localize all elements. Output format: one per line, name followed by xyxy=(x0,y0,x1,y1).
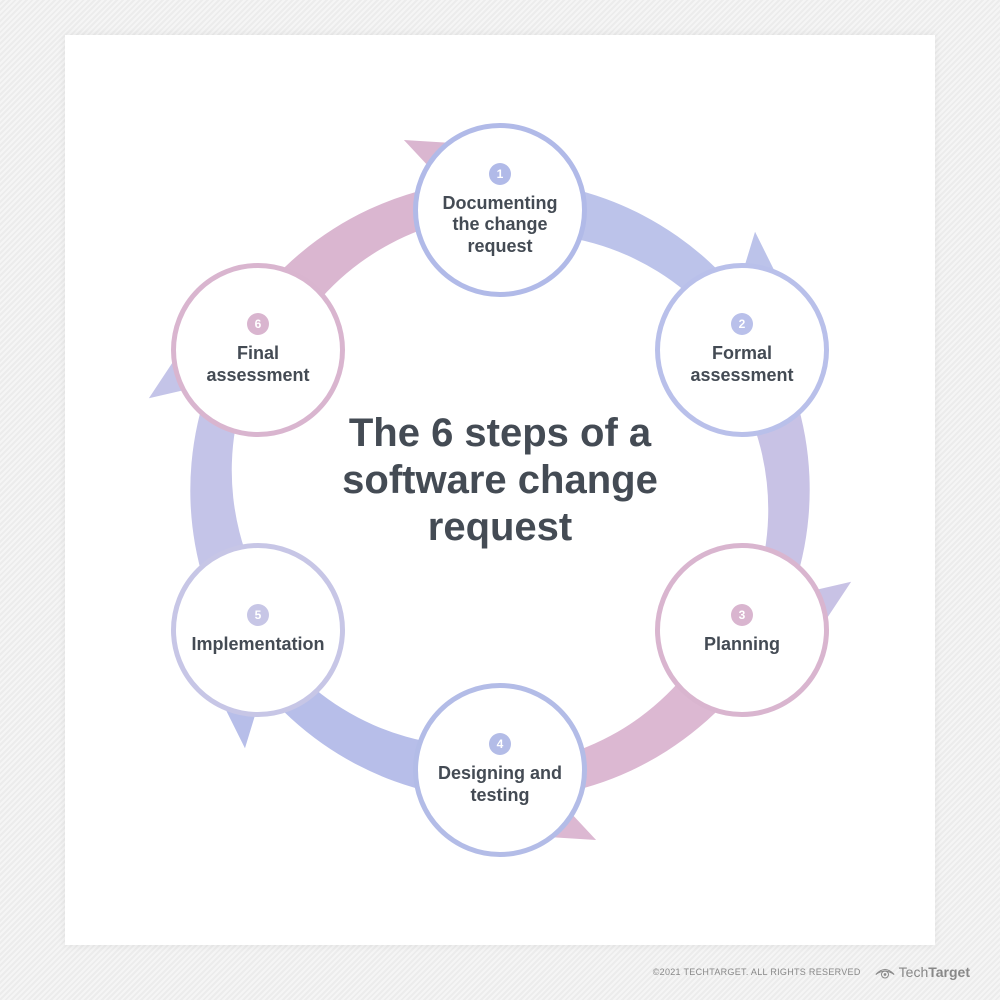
step-3-number: 3 xyxy=(731,604,753,626)
step-1: 1 Documenting the change request xyxy=(413,123,587,297)
cycle-diagram: The 6 steps of a software change request… xyxy=(65,35,935,945)
step-5-number: 5 xyxy=(247,604,269,626)
logo-text: TechTarget xyxy=(899,964,970,980)
diagram-card: The 6 steps of a software change request… xyxy=(65,35,935,945)
diagram-title: The 6 steps of a software change request xyxy=(330,410,670,552)
step-2: 2 Formal assessment xyxy=(655,263,829,437)
step-1-label: Documenting the change request xyxy=(430,193,570,258)
step-3: 3 Planning xyxy=(655,543,829,717)
step-6: 6 Final assessment xyxy=(171,263,345,437)
step-2-number: 2 xyxy=(731,313,753,335)
step-4: 4 Designing and testing xyxy=(413,683,587,857)
techtarget-logo: TechTarget xyxy=(875,964,970,980)
step-4-label: Designing and testing xyxy=(430,763,570,806)
step-6-number: 6 xyxy=(247,313,269,335)
step-5: 5 Implementation xyxy=(171,543,345,717)
step-5-label: Implementation xyxy=(191,634,324,656)
step-1-number: 1 xyxy=(489,163,511,185)
footer: ©2021 TECHTARGET. ALL RIGHTS RESERVED Te… xyxy=(653,964,970,980)
step-2-label: Formal assessment xyxy=(672,343,812,386)
step-3-label: Planning xyxy=(704,634,780,656)
step-6-label: Final assessment xyxy=(188,343,328,386)
step-4-number: 4 xyxy=(489,733,511,755)
copyright-text: ©2021 TECHTARGET. ALL RIGHTS RESERVED xyxy=(653,967,861,977)
eye-icon xyxy=(875,964,895,980)
